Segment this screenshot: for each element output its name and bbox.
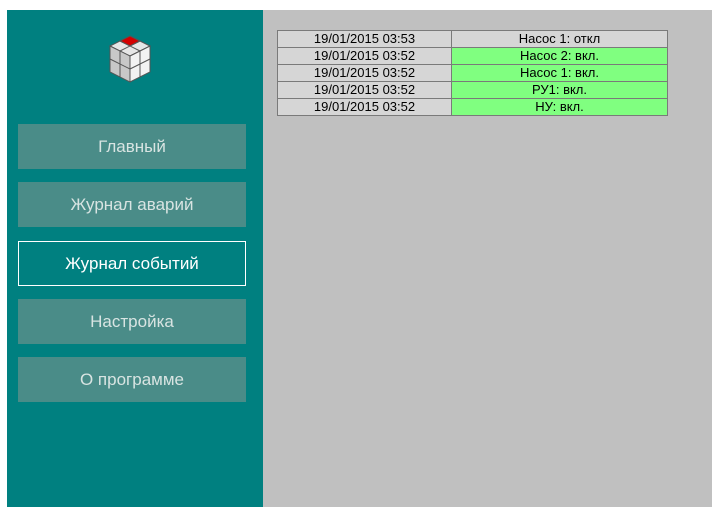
table-row: 19/01/2015 03:52 РУ1: вкл. (277, 81, 668, 99)
table-row: 19/01/2015 03:53 Насос 1: откл (277, 30, 668, 48)
event-text-cell: РУ1: вкл. (451, 81, 668, 99)
event-time-cell: 19/01/2015 03:52 (277, 64, 452, 82)
app-window: Главный Журнал аварий Журнал событий Нас… (7, 10, 712, 507)
nav-event-log-button[interactable]: Журнал событий (18, 241, 246, 286)
event-log-table: 19/01/2015 03:53 Насос 1: откл 19/01/201… (277, 30, 668, 116)
nav-settings-button[interactable]: Настройка (18, 299, 246, 344)
nav-alarm-log-button[interactable]: Журнал аварий (18, 182, 246, 227)
event-text-cell: Насос 2: вкл. (451, 47, 668, 65)
event-text-cell: Насос 1: вкл. (451, 64, 668, 82)
sidebar: Главный Журнал аварий Журнал событий Нас… (7, 10, 263, 507)
table-row: 19/01/2015 03:52 НУ: вкл. (277, 98, 668, 116)
event-text-cell: Насос 1: откл (451, 30, 668, 48)
nav-about-button[interactable]: О программе (18, 357, 246, 402)
nav-main-button[interactable]: Главный (18, 124, 246, 169)
event-time-cell: 19/01/2015 03:53 (277, 30, 452, 48)
cube-logo-icon (108, 35, 152, 83)
event-time-cell: 19/01/2015 03:52 (277, 47, 452, 65)
event-text-cell: НУ: вкл. (451, 98, 668, 116)
table-row: 19/01/2015 03:52 Насос 2: вкл. (277, 47, 668, 65)
table-row: 19/01/2015 03:52 Насос 1: вкл. (277, 64, 668, 82)
event-time-cell: 19/01/2015 03:52 (277, 98, 452, 116)
event-time-cell: 19/01/2015 03:52 (277, 81, 452, 99)
